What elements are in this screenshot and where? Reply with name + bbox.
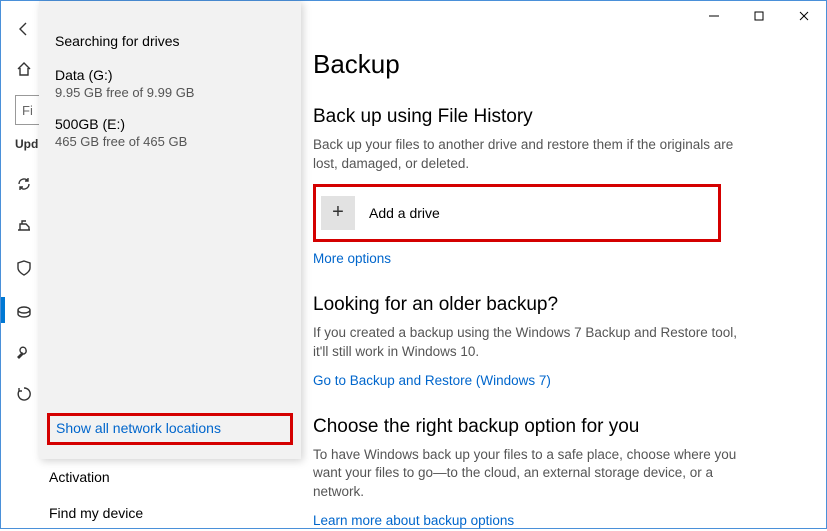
section-heading: Choose the right backup option for you bbox=[313, 416, 816, 438]
main-content: Backup Back up using File History Back u… bbox=[313, 11, 816, 528]
nav-label: Activation bbox=[49, 469, 110, 485]
drive-name: 500GB (E:) bbox=[55, 116, 285, 132]
drive-freespace: 465 GB free of 465 GB bbox=[55, 134, 285, 149]
backup-restore-link[interactable]: Go to Backup and Restore (Windows 7) bbox=[313, 373, 551, 388]
minimize-button[interactable] bbox=[691, 1, 736, 31]
plus-icon: + bbox=[321, 196, 355, 230]
close-button[interactable] bbox=[781, 1, 826, 31]
add-drive-button[interactable]: + Add a drive bbox=[321, 192, 713, 234]
show-network-locations-link[interactable]: Show all network locations bbox=[56, 420, 221, 436]
section-description: To have Windows back up your files to a … bbox=[313, 446, 743, 503]
add-drive-label: Add a drive bbox=[369, 205, 440, 221]
highlight-box: Show all network locations bbox=[47, 413, 293, 445]
drive-name: Data (G:) bbox=[55, 67, 285, 83]
maximize-button[interactable] bbox=[736, 1, 781, 31]
section-description: If you created a backup using the Window… bbox=[313, 324, 743, 362]
nav-label: Find my device bbox=[49, 505, 143, 521]
more-options-link[interactable]: More options bbox=[313, 251, 391, 266]
highlight-box: + Add a drive bbox=[313, 184, 721, 242]
learn-more-link[interactable]: Learn more about backup options bbox=[313, 513, 514, 528]
drive-option[interactable]: Data (G:) 9.95 GB free of 9.99 GB bbox=[55, 67, 285, 100]
section-file-history: Back up using File History Back up your … bbox=[313, 106, 816, 268]
search-placeholder: Fi bbox=[22, 103, 33, 118]
page-title: Backup bbox=[313, 49, 816, 80]
section-heading: Back up using File History bbox=[313, 106, 816, 128]
section-older-backup: Looking for an older backup? If you crea… bbox=[313, 294, 816, 390]
flyout-heading: Searching for drives bbox=[55, 33, 285, 49]
drive-freespace: 9.95 GB free of 9.99 GB bbox=[55, 85, 285, 100]
drive-option[interactable]: 500GB (E:) 465 GB free of 465 GB bbox=[55, 116, 285, 149]
section-heading: Looking for an older backup? bbox=[313, 294, 816, 316]
drive-flyout: Searching for drives Data (G:) 9.95 GB f… bbox=[39, 1, 301, 459]
section-choose-backup: Choose the right backup option for you T… bbox=[313, 416, 816, 531]
section-description: Back up your files to another drive and … bbox=[313, 136, 743, 174]
window-controls bbox=[691, 1, 826, 31]
